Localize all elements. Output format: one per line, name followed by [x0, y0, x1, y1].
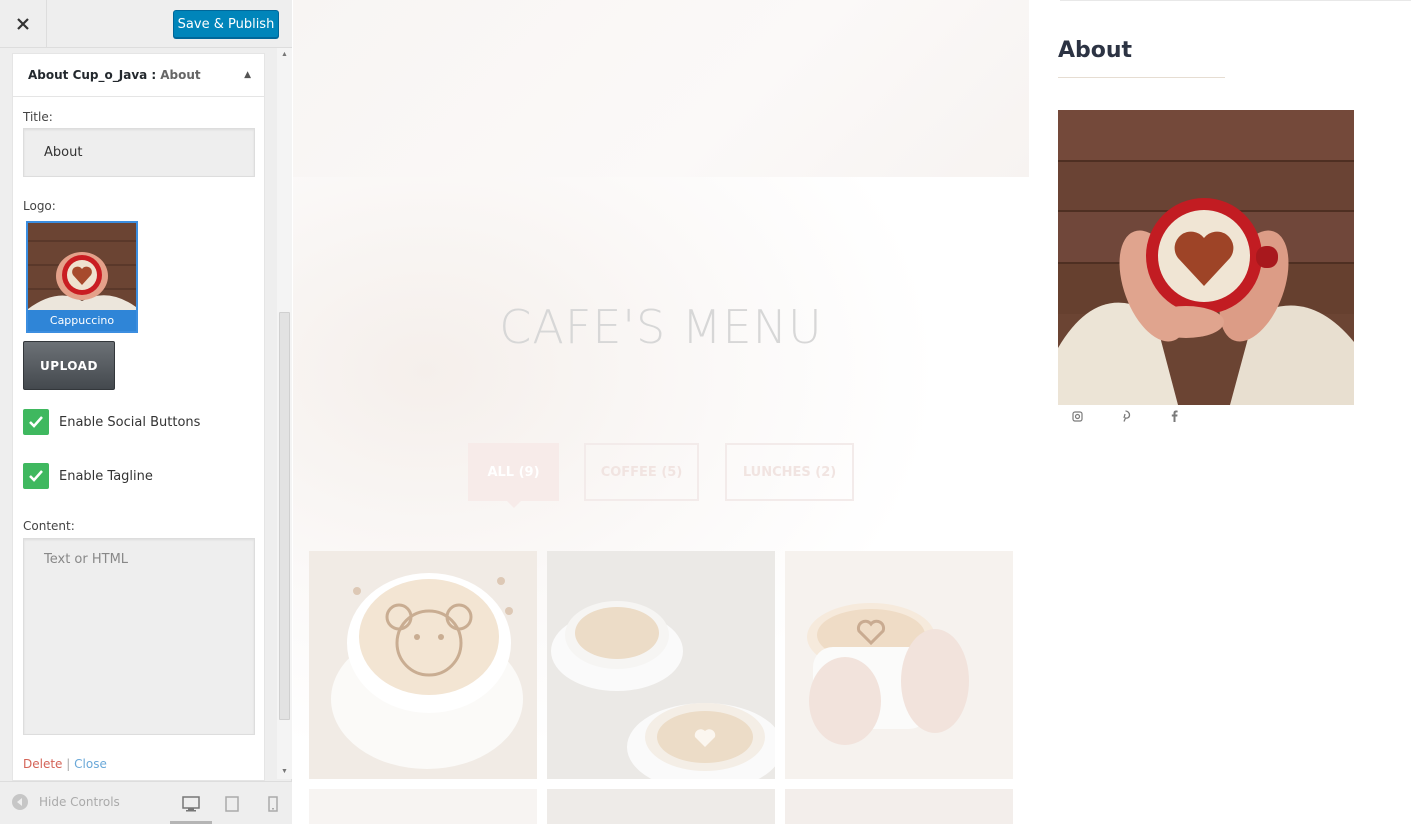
- title-label: Title:: [23, 110, 53, 124]
- menu-item-partial[interactable]: [309, 789, 537, 824]
- logo-thumbnail[interactable]: Cappuccino: [26, 221, 138, 333]
- menu-item-heart-cup[interactable]: [785, 551, 1013, 779]
- enable-social-label: Enable Social Buttons: [59, 414, 201, 430]
- about-title-underline: [1058, 77, 1225, 78]
- facebook-icon: [1171, 410, 1178, 422]
- filter-coffee-label: COFFEE (5): [600, 464, 683, 480]
- menu-item-teddy-latte[interactable]: [309, 551, 537, 779]
- widget-title: About Cup_o_Java :: [28, 68, 157, 82]
- collapse-arrow-icon[interactable]: ▲: [244, 70, 251, 80]
- hero-section: [293, 0, 1029, 177]
- panel-scrollbar[interactable]: ▲ ▼: [277, 48, 292, 779]
- customizer-header: Save & Publish: [0, 0, 292, 48]
- menu-item-partial[interactable]: [547, 789, 775, 824]
- filter-lunches-label: LUNCHES (2): [742, 464, 837, 480]
- enable-tagline-label: Enable Tagline: [59, 468, 153, 484]
- enable-social-checkbox[interactable]: Enable Social Buttons: [23, 409, 200, 435]
- filter-lunches-tab[interactable]: LUNCHES (2): [725, 443, 854, 501]
- active-pointer: [507, 501, 521, 508]
- collapse-icon: [12, 794, 28, 810]
- filter-coffee-tab[interactable]: COFFEE (5): [584, 443, 699, 501]
- heart-cup-image: [785, 551, 1013, 779]
- mobile-icon: [268, 796, 278, 812]
- logo-caption: Cappuccino: [28, 310, 136, 331]
- scroll-down-icon[interactable]: ▼: [281, 768, 288, 775]
- logo-label: Logo:: [23, 199, 56, 213]
- tablet-icon: [225, 796, 239, 812]
- link-separator: |: [66, 757, 71, 771]
- preview-tablet-button[interactable]: [222, 794, 242, 814]
- filter-all-tab[interactable]: ALL (9): [468, 443, 559, 508]
- hide-controls-button[interactable]: Hide Controls: [12, 794, 120, 810]
- preview-mobile-button[interactable]: [263, 794, 283, 814]
- latte-art-image: [547, 551, 775, 779]
- preview-desktop-button[interactable]: [181, 794, 201, 814]
- sidebar-top-border: [1060, 0, 1411, 1]
- pinterest-icon: [1122, 410, 1130, 422]
- title-input[interactable]: About: [23, 128, 255, 177]
- about-widget-form: About Cup_o_Java : About ▲ Title: About …: [12, 53, 265, 781]
- filter-all-label: ALL (9): [487, 464, 540, 480]
- instagram-link[interactable]: [1070, 409, 1084, 423]
- instagram-icon: [1071, 410, 1083, 422]
- enable-tagline-checkbox[interactable]: Enable Tagline: [23, 463, 153, 489]
- pinterest-link[interactable]: [1118, 409, 1132, 423]
- upload-button[interactable]: UPLOAD: [23, 341, 115, 390]
- delete-link[interactable]: Delete: [23, 757, 62, 771]
- close-link[interactable]: Close: [74, 757, 107, 771]
- widget-title-suffix: About: [160, 68, 201, 82]
- menu-heading: CAFE'S MENU: [499, 300, 823, 354]
- menu-item-latte-art[interactable]: [547, 551, 775, 779]
- cappuccino-photo: [1058, 110, 1354, 405]
- checkbox-checked-icon[interactable]: [23, 463, 49, 489]
- content-label: Content:: [23, 519, 75, 533]
- about-widget-image: [1058, 110, 1354, 405]
- scroll-thumb[interactable]: [279, 312, 290, 720]
- widget-header[interactable]: About Cup_o_Java : About ▲: [13, 54, 264, 97]
- content-textarea[interactable]: Text or HTML: [23, 538, 255, 735]
- checkbox-checked-icon[interactable]: [23, 409, 49, 435]
- desktop-icon: [182, 796, 200, 812]
- widget-actions: Delete | Close: [23, 757, 107, 771]
- scroll-up-icon[interactable]: ▲: [281, 51, 288, 58]
- hide-controls-label: Hide Controls: [39, 795, 120, 809]
- menu-item-partial[interactable]: [785, 789, 1013, 824]
- teddy-latte-image: [309, 551, 537, 779]
- close-customizer-button[interactable]: [0, 0, 47, 48]
- customizer-footer: Hide Controls: [0, 781, 292, 824]
- about-widget-title: About: [1058, 38, 1133, 63]
- facebook-link[interactable]: [1167, 409, 1181, 423]
- customizer-panel: Save & Publish About Cup_o_Java : About …: [0, 0, 292, 824]
- save-publish-button[interactable]: Save & Publish: [173, 10, 279, 38]
- close-icon: [17, 18, 29, 30]
